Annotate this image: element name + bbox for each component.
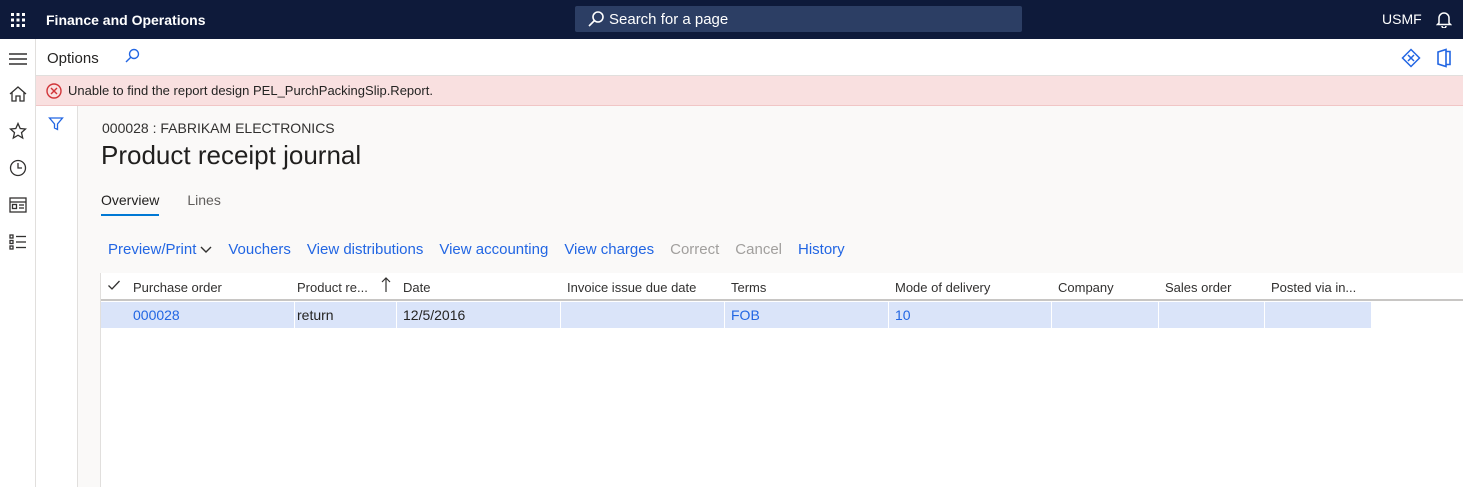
office-icon[interactable] — [1435, 48, 1453, 73]
cell-posted-via[interactable] — [1265, 302, 1371, 328]
tab-lines[interactable]: Lines — [187, 192, 220, 216]
select-all-checkmark-icon[interactable] — [107, 278, 121, 295]
app-title[interactable]: Finance and Operations — [46, 12, 205, 28]
table-row[interactable]: 000028 return 12/5/2016 FOB 10 — [101, 302, 1371, 328]
cell-sales-order[interactable] — [1159, 302, 1265, 328]
chevron-down-icon — [200, 246, 212, 253]
cell-mode-of-delivery[interactable]: 10 — [889, 302, 1052, 328]
home-icon[interactable] — [0, 76, 36, 112]
options-menu[interactable]: Options — [47, 50, 99, 67]
view-charges-button[interactable]: View charges — [564, 241, 654, 258]
grid-header: Purchase order Product re... Date Invoic… — [101, 273, 1463, 301]
cell-purchase-order[interactable]: 000028 — [127, 302, 295, 328]
action-search-icon[interactable] — [124, 48, 140, 69]
search-placeholder: Search for a page — [609, 10, 729, 28]
cancel-button[interactable]: Cancel — [735, 241, 782, 258]
modules-list-icon[interactable] — [0, 224, 36, 260]
journal-grid: Purchase order Product re... Date Invoic… — [100, 273, 1463, 487]
search-input[interactable]: Search for a page — [575, 6, 1022, 32]
page-title: Product receipt journal — [101, 140, 362, 170]
column-header-company[interactable]: Company — [1058, 280, 1158, 295]
action-pane: Options — [36, 39, 1463, 76]
recent-clock-icon[interactable] — [0, 150, 36, 186]
cell-product-receipt[interactable]: return — [291, 302, 397, 328]
history-button[interactable]: History — [798, 241, 845, 258]
column-header-terms[interactable]: Terms — [731, 280, 881, 295]
workspaces-icon[interactable] — [0, 187, 36, 223]
view-accounting-button[interactable]: View accounting — [439, 241, 548, 258]
favorites-star-icon[interactable] — [0, 113, 36, 149]
top-bar: Finance and Operations Search for a page… — [0, 0, 1463, 39]
filter-pane — [36, 106, 78, 487]
app-launcher-icon[interactable] — [0, 0, 36, 39]
preview-print-button[interactable]: Preview/Print — [108, 241, 212, 258]
grid-toolbar: Preview/Print Vouchers View distribution… — [108, 241, 861, 258]
filter-icon[interactable] — [48, 116, 64, 137]
column-header-invoice-issue-due-date[interactable]: Invoice issue due date — [567, 280, 725, 295]
error-icon — [46, 82, 62, 99]
error-message-bar: Unable to find the report design PEL_Pur… — [36, 76, 1463, 106]
tab-overview[interactable]: Overview — [101, 192, 160, 216]
cell-terms[interactable]: FOB — [725, 302, 889, 328]
error-message-text: Unable to find the report design PEL_Pur… — [68, 83, 433, 98]
navigation-rail — [0, 39, 36, 487]
vouchers-button[interactable]: Vouchers — [228, 241, 291, 258]
cell-company[interactable] — [1052, 302, 1159, 328]
preview-print-label: Preview/Print — [108, 241, 197, 258]
cell-invoice-issue-due-date[interactable] — [561, 302, 725, 328]
column-header-sales-order[interactable]: Sales order — [1165, 280, 1265, 295]
correct-button[interactable]: Correct — [670, 241, 719, 258]
tab-strip: Overview Lines — [101, 192, 249, 216]
column-header-date[interactable]: Date — [403, 280, 553, 295]
company-picker[interactable]: USMF — [1382, 11, 1422, 27]
column-header-purchase-order[interactable]: Purchase order — [133, 280, 293, 295]
view-distributions-button[interactable]: View distributions — [307, 241, 423, 258]
search-icon — [588, 11, 604, 27]
hamburger-menu-icon[interactable] — [0, 41, 36, 77]
cell-date[interactable]: 12/5/2016 — [397, 302, 561, 328]
notification-bell-icon[interactable] — [1435, 10, 1453, 33]
column-header-mode-of-delivery[interactable]: Mode of delivery — [895, 280, 1045, 295]
column-header-posted-via[interactable]: Posted via in... — [1271, 280, 1371, 295]
record-caption: 000028 : FABRIKAM ELECTRONICS — [102, 120, 335, 136]
main-content: 000028 : FABRIKAM ELECTRONICS Product re… — [78, 106, 1463, 487]
power-apps-icon[interactable] — [1401, 48, 1421, 73]
column-header-product-receipt[interactable]: Product re... — [297, 280, 377, 295]
sort-ascending-arrow-icon[interactable] — [381, 277, 391, 296]
